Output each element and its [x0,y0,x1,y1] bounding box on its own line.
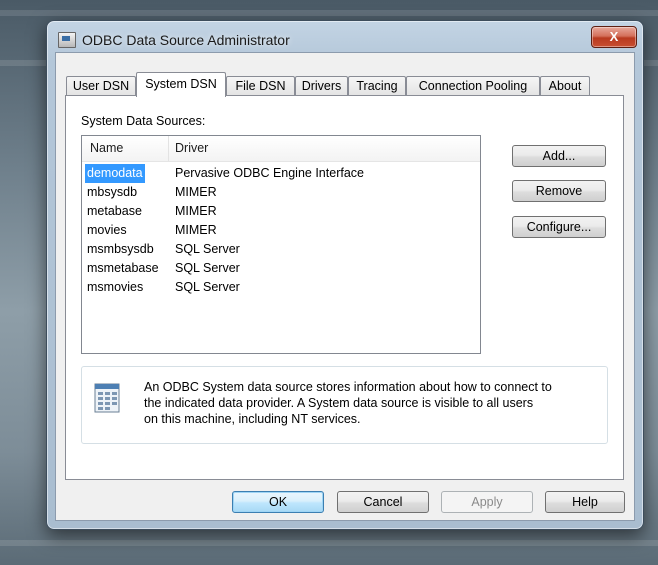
row-driver: SQL Server [175,242,240,256]
remove-button[interactable]: Remove [512,180,606,202]
cancel-button[interactable]: Cancel [337,491,429,513]
add-button[interactable]: Add... [512,145,606,167]
system-data-sources-label: System Data Sources: [81,114,206,128]
row-driver: SQL Server [175,261,240,275]
info-box: An ODBC System data source stores inform… [81,366,608,444]
row-name: msmovies [87,280,144,294]
tab-drivers[interactable]: Drivers [295,76,348,95]
apply-button[interactable]: Apply [441,491,533,513]
row-name: msmetabase [87,261,159,275]
close-button[interactable]: X [591,26,637,48]
column-header-driver[interactable]: Driver [175,141,208,155]
window-title: ODBC Data Source Administrator [82,32,290,48]
tab-about[interactable]: About [540,76,590,95]
tab-system-dsn[interactable]: System DSN [136,72,226,97]
list-row-demodata[interactable]: demodata Pervasive ODBC Engine Interface [82,164,480,183]
system-dsn-panel: System Data Sources: Name Driver demodat… [65,95,624,480]
list-row-msmbsysdb[interactable]: msmbsysdb SQL Server [82,240,480,259]
list-row-msmetabase[interactable]: msmetabase SQL Server [82,259,480,278]
configure-button[interactable]: Configure... [512,216,606,238]
tab-connection-pooling[interactable]: Connection Pooling [406,76,540,95]
list-row-movies[interactable]: movies MIMER [82,221,480,240]
odbc-app-icon [58,32,76,48]
column-separator[interactable] [168,136,169,161]
list-row-metabase[interactable]: metabase MIMER [82,202,480,221]
desktop-streak [0,540,658,546]
title-bar[interactable]: ODBC Data Source Administrator X [47,21,643,55]
list-header: Name Driver [82,136,480,162]
dialog-client-area: User DSN System DSN File DSN Drivers Tra… [55,52,635,521]
list-row-msmovies[interactable]: msmovies SQL Server [82,278,480,297]
row-name: metabase [87,204,142,218]
ok-button[interactable]: OK [232,491,324,513]
info-description: An ODBC System data source stores inform… [144,380,552,426]
row-driver: MIMER [175,204,217,218]
tab-file-dsn[interactable]: File DSN [226,76,295,95]
data-sources-list[interactable]: Name Driver demodata Pervasive ODBC Engi… [81,135,481,354]
row-name: msmbsysdb [87,242,154,256]
row-driver: Pervasive ODBC Engine Interface [175,166,364,180]
row-name: mbsysdb [87,185,138,199]
list-row-mbsysdb[interactable]: mbsysdb MIMER [82,183,480,202]
desktop-streak [0,10,658,16]
help-button[interactable]: Help [545,491,625,513]
tab-user-dsn[interactable]: User DSN [66,76,136,95]
row-driver: MIMER [175,185,217,199]
odbc-dialog-window: ODBC Data Source Administrator X User DS… [46,20,644,530]
row-driver: MIMER [175,223,217,237]
column-header-name[interactable]: Name [90,141,123,155]
row-name: movies [87,223,127,237]
row-driver: SQL Server [175,280,240,294]
tab-tracing[interactable]: Tracing [348,76,406,95]
database-document-icon [94,383,120,413]
row-name: demodata [85,164,145,183]
